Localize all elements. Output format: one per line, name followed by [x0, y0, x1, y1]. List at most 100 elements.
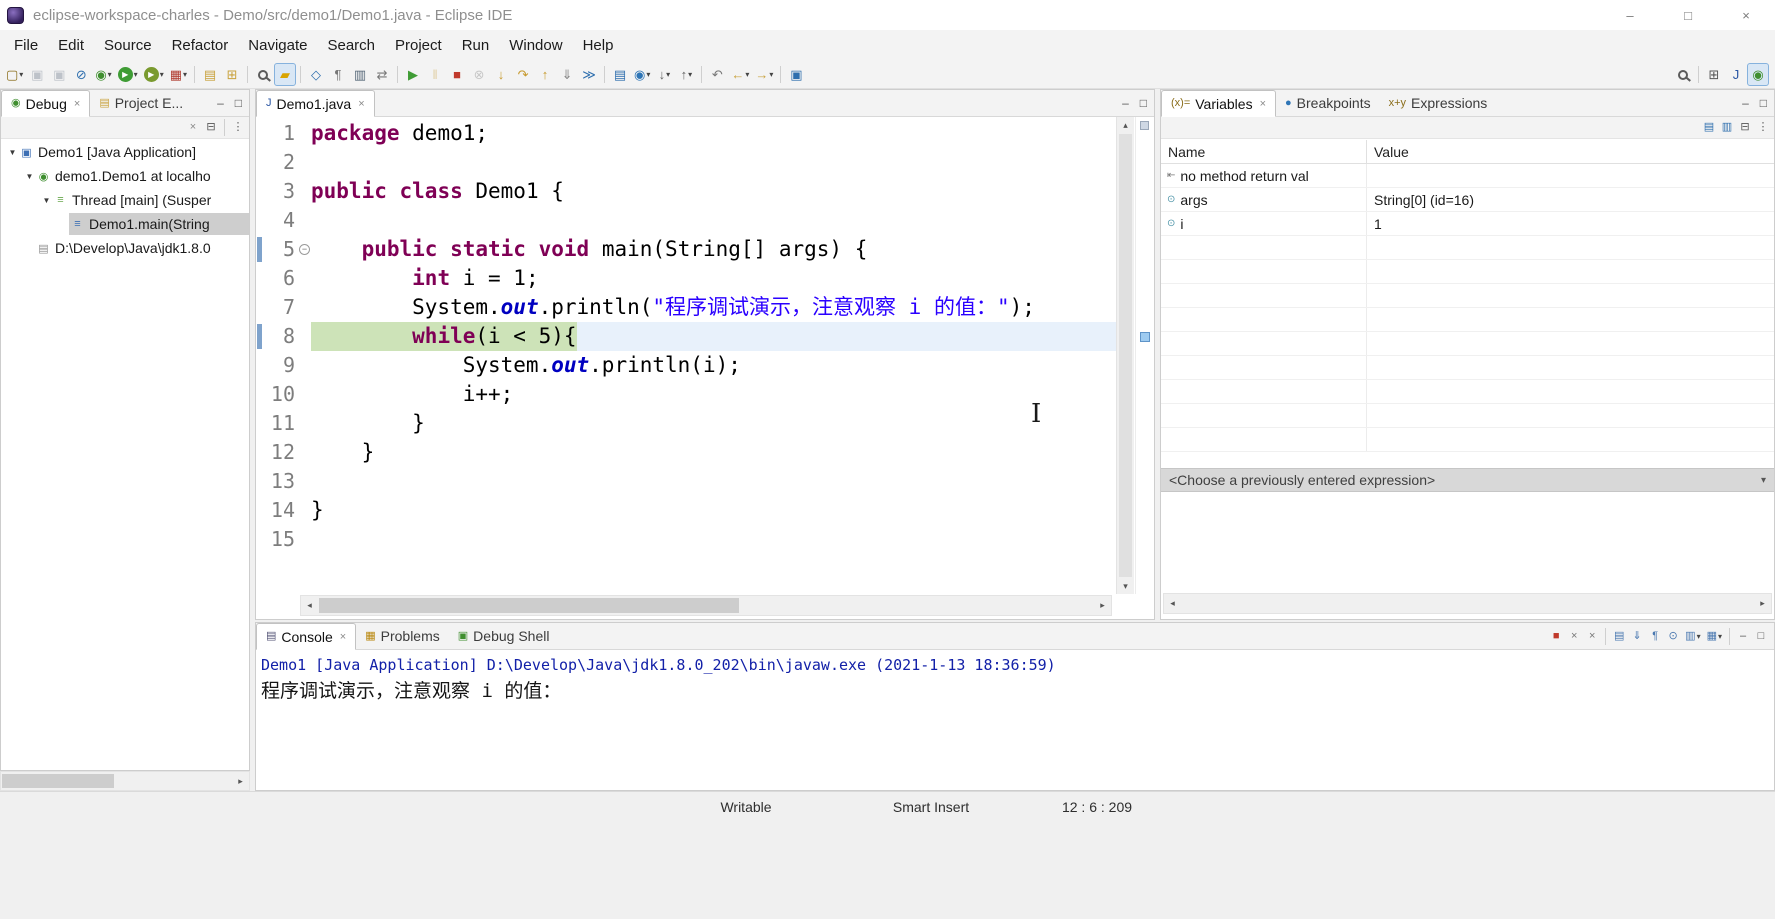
tab-breakpoints[interactable]: ●Breakpoints: [1276, 90, 1380, 116]
line-number[interactable]: 5: [268, 235, 298, 264]
scroll-up-button[interactable]: ▴: [1117, 117, 1134, 133]
debug-tree[interactable]: ▼▣Demo1 [Java Application]▼◉demo1.Demo1 …: [1, 140, 249, 770]
collapse-marker-icon[interactable]: −: [299, 244, 310, 255]
tree-item[interactable]: ▼≡Thread [main] (Susper: [1, 188, 249, 212]
line-number[interactable]: 11: [268, 409, 298, 438]
step-return-button[interactable]: ↑: [534, 63, 556, 86]
code-line-3[interactable]: 3public class Demo1 {: [256, 177, 1116, 206]
close-tab-icon[interactable]: ×: [340, 631, 346, 643]
scroll-left-button[interactable]: ◂: [301, 596, 318, 615]
menu-navigate[interactable]: Navigate: [238, 30, 317, 61]
search-button[interactable]: [252, 63, 274, 86]
line-number[interactable]: 12: [268, 438, 298, 467]
line-number[interactable]: 2: [268, 148, 298, 177]
marker-gutter[interactable]: [256, 409, 268, 438]
code-line-6[interactable]: 6 int i = 1;: [256, 264, 1116, 293]
menu-help[interactable]: Help: [573, 30, 624, 61]
variable-value-cell[interactable]: 1: [1366, 212, 1774, 235]
open-console-button[interactable]: ▦▾: [1704, 627, 1725, 646]
line-number[interactable]: 6: [268, 264, 298, 293]
maximize-view-button[interactable]: □: [1760, 96, 1767, 110]
current-line-overview-marker[interactable]: [1140, 332, 1150, 342]
scroll-right-button[interactable]: ▸: [1754, 594, 1771, 613]
save-button[interactable]: ▣: [26, 63, 48, 86]
minimize-window-button[interactable]: –: [1601, 0, 1659, 30]
menu-edit[interactable]: Edit: [48, 30, 94, 61]
save-all-button[interactable]: ▣: [48, 63, 70, 86]
close-tab-icon[interactable]: ×: [358, 98, 364, 110]
scroll-lock-button[interactable]: ⇓: [1628, 627, 1646, 646]
line-number[interactable]: 8: [268, 322, 298, 351]
variables-hscrollbar[interactable]: ◂ ▸: [1163, 593, 1772, 614]
tab-variables[interactable]: (x)=Variables×: [1161, 90, 1276, 117]
scroll-down-button[interactable]: ▾: [1117, 578, 1134, 594]
minimize-view-button[interactable]: –: [217, 96, 224, 110]
close-tab-icon[interactable]: ×: [1260, 98, 1266, 110]
show-debug-view-button[interactable]: ▤: [609, 63, 631, 86]
show-whitespace-button[interactable]: ¶: [327, 63, 349, 86]
debug-view-hscrollbar[interactable]: ▸: [0, 771, 250, 791]
line-number[interactable]: 1: [268, 119, 298, 148]
menu-run[interactable]: Run: [452, 30, 500, 61]
menu-window[interactable]: Window: [499, 30, 572, 61]
code-line-2[interactable]: 2: [256, 148, 1116, 177]
line-number[interactable]: 13: [268, 467, 298, 496]
variable-name-cell[interactable]: ⇤no method return val: [1161, 164, 1366, 187]
editor-hscrollbar[interactable]: ◂ ▸: [300, 595, 1112, 616]
marker-gutter[interactable]: [256, 525, 268, 554]
print-button[interactable]: ▥: [349, 63, 371, 86]
minimize-view-button[interactable]: –: [1122, 96, 1129, 110]
marker-gutter[interactable]: [256, 496, 268, 525]
run-button[interactable]: ▶▾: [115, 63, 141, 86]
resume-button[interactable]: ▶: [402, 63, 424, 86]
expand-arrow-icon[interactable]: ▼: [24, 172, 35, 181]
word-wrap-button[interactable]: ¶: [1646, 627, 1664, 646]
menu-project[interactable]: Project: [385, 30, 452, 61]
tab-expressions[interactable]: x+yExpressions: [1380, 90, 1497, 116]
code-line-4[interactable]: 4: [256, 206, 1116, 235]
code-text[interactable]: package demo1;: [311, 119, 1116, 148]
code-text[interactable]: System.out.println(i);: [311, 351, 1116, 380]
code-text[interactable]: i++;: [311, 380, 1116, 409]
code-line-15[interactable]: 15: [256, 525, 1116, 554]
last-edit-location-button[interactable]: ↶: [706, 63, 728, 86]
coverage-button[interactable]: ▶▾: [141, 63, 167, 86]
drop-to-frame-button[interactable]: ⇓: [556, 63, 578, 86]
code-text[interactable]: int i = 1;: [311, 264, 1116, 293]
new-package-button[interactable]: ⊞: [221, 63, 243, 86]
line-number[interactable]: 4: [268, 206, 298, 235]
marker-gutter[interactable]: [256, 148, 268, 177]
marker-gutter[interactable]: [256, 322, 268, 351]
code-text[interactable]: [311, 467, 1116, 496]
show-logical-structures-button[interactable]: ▥: [1718, 118, 1736, 137]
line-number[interactable]: 15: [268, 525, 298, 554]
remove-all-launches-button[interactable]: ×: [1583, 627, 1601, 646]
close-tab-icon[interactable]: ×: [74, 98, 80, 110]
pin-editor-button[interactable]: ▣: [785, 63, 807, 86]
tree-item[interactable]: ≡Demo1.main(String: [1, 212, 249, 236]
marker-gutter[interactable]: [256, 119, 268, 148]
variable-row[interactable]: ⇤no method return val: [1161, 164, 1774, 188]
code-line-12[interactable]: 12 }: [256, 438, 1116, 467]
chevron-down-icon[interactable]: ▾: [1761, 475, 1766, 486]
code-text[interactable]: }: [311, 409, 1116, 438]
code-line-1[interactable]: 1 package demo1;: [256, 119, 1116, 148]
scroll-right-button[interactable]: ▸: [1094, 596, 1111, 615]
collapse-all-button[interactable]: ⊟: [1736, 118, 1754, 137]
next-annotation-button[interactable]: ↓▾: [653, 63, 675, 86]
tab-debug[interactable]: ◉Debug×: [1, 90, 90, 117]
maximize-view-button[interactable]: □: [235, 96, 242, 110]
step-into-button[interactable]: ↓: [490, 63, 512, 86]
tree-item[interactable]: ▤D:\Develop\Java\jdk1.8.0: [1, 236, 249, 260]
tab-debug-shell[interactable]: ▣Debug Shell: [449, 623, 559, 649]
scrollbar-thumb[interactable]: [319, 598, 739, 613]
terminate-button[interactable]: ■: [446, 63, 468, 86]
java-perspective-button[interactable]: J: [1725, 63, 1747, 86]
debug-perspective-button[interactable]: ◉: [1747, 63, 1769, 86]
marker-gutter[interactable]: [256, 177, 268, 206]
marker-gutter[interactable]: [256, 438, 268, 467]
menu-search[interactable]: Search: [317, 30, 385, 61]
disconnect-button[interactable]: ⊗: [468, 63, 490, 86]
line-number[interactable]: 3: [268, 177, 298, 206]
tab-demo1-java[interactable]: JDemo1.java×: [256, 90, 375, 117]
